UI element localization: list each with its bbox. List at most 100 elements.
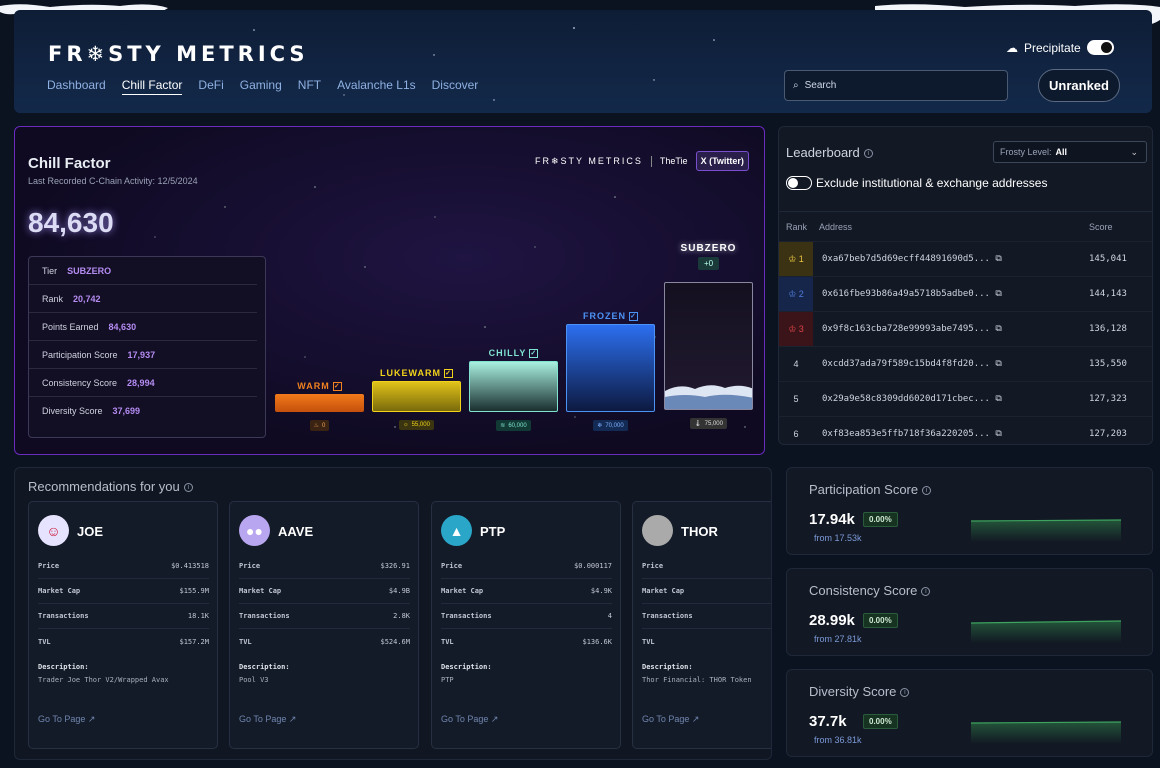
tier-bar xyxy=(275,394,364,412)
go-to-page-link[interactable]: Go To Page ↗ xyxy=(239,714,296,725)
stat-participation: Participation Score 17,937 xyxy=(29,341,257,369)
cloud-icon: ☁ xyxy=(1006,40,1018,55)
stats-box: Tier SUBZERO Rank 20,742 Points Earned 84,6… xyxy=(28,256,266,438)
info-icon[interactable]: i xyxy=(921,587,931,597)
recommendation-card-aave: ●● AAVE Price $326.91 Market Cap $4.9B Tra… xyxy=(229,501,419,749)
nav-avalanche-l1s[interactable]: Avalanche L1s xyxy=(337,78,416,95)
nav-discover[interactable]: Discover xyxy=(432,78,479,95)
col-address: Address xyxy=(819,222,853,232)
share-x-button[interactable]: X (Twitter) xyxy=(695,151,749,171)
app-logo[interactable]: FR❄STY METRICS xyxy=(48,42,309,66)
recommendation-card-joe: ☺ JOE Price $0.413518 Market Cap $155.9M T… xyxy=(28,501,218,749)
table-row[interactable]: ♔ 1 0xa67beb7d5d69ecff44891690d5... ⧉ 145,… xyxy=(779,241,1152,276)
rank-cell: 4 xyxy=(793,359,799,369)
nav-defi[interactable]: DeFi xyxy=(198,78,223,95)
precipitate-control: ☁ Precipitate xyxy=(1006,40,1114,55)
trophy-icon: ♔ xyxy=(788,253,797,264)
description-text: Trader Joe Thor V2/Wrapped Avax xyxy=(38,676,169,684)
nav-chill-factor[interactable]: Chill Factor xyxy=(121,78,183,95)
diversity-score-card: Diversity Score i 37.7k 0.00% from 36.81k xyxy=(786,669,1153,757)
score-value: 37.7k xyxy=(809,713,847,730)
table-row[interactable]: 5 0x29a9e58c8309dd6020d171cbec... ⧉ 127,32… xyxy=(779,381,1152,416)
top-header: FR❄STY METRICS Dashboard Chill Factor De… xyxy=(14,10,1152,113)
nav-gaming[interactable]: Gaming xyxy=(240,78,282,95)
leaderboard-panel: Leaderboard i Frosty Level: All ⌄ Exclude … xyxy=(778,126,1153,445)
sun-icon: ☼ xyxy=(403,422,409,428)
score-title: Participation Score i xyxy=(809,482,932,497)
score-from: from 27.81k xyxy=(814,634,862,644)
score-from: from 36.81k xyxy=(814,735,862,745)
frosty-level-select[interactable]: Frosty Level: All ⌄ xyxy=(993,141,1147,163)
copy-icon[interactable]: ⧉ xyxy=(995,429,1001,439)
table-row[interactable]: 4 0xcdd37ada79f589c15bd4f8fd20... ⧉ 135,55… xyxy=(779,346,1152,381)
chill-score: 84,630 xyxy=(28,207,114,238)
check-icon: ✓ xyxy=(332,381,342,391)
info-icon[interactable]: i xyxy=(922,486,932,496)
recommendation-card-thor: THOR Price Market Cap Transactions TVL D… xyxy=(632,501,771,749)
score-change-badge: 0.00% xyxy=(863,714,898,729)
check-icon: ✓ xyxy=(444,368,453,378)
divider xyxy=(650,155,652,167)
go-to-page-link[interactable]: Go To Page ↗ xyxy=(441,714,498,725)
copy-icon[interactable]: ⧉ xyxy=(995,254,1001,264)
exclude-toggle[interactable] xyxy=(786,176,812,190)
info-icon[interactable]: i xyxy=(863,149,873,159)
check-icon: ✓ xyxy=(629,311,638,321)
score-sparkline xyxy=(971,721,1121,744)
tvl-row: TVL $524.6M xyxy=(239,637,410,646)
rank-cell: ♔ 1 xyxy=(779,242,813,276)
exclude-label: Exclude institutional & exchange address… xyxy=(816,176,1048,190)
precipitate-toggle[interactable] xyxy=(1086,40,1114,55)
copy-icon[interactable]: ⧉ xyxy=(995,359,1001,369)
copy-icon[interactable]: ⧉ xyxy=(995,324,1001,334)
nav-dashboard[interactable]: Dashboard xyxy=(47,78,106,95)
go-to-page-link[interactable]: Go To Page ↗ xyxy=(642,714,699,725)
stat-label: Tier xyxy=(42,265,58,276)
market-cap-row: Market Cap $155.9M xyxy=(38,579,209,604)
table-row[interactable]: ♔ 2 0x616fbe93b86a49a5718b5adbe0... ⧉ 144,… xyxy=(779,276,1152,311)
stat-value: 20,742 xyxy=(73,293,101,304)
search-input[interactable]: ⌕ Search xyxy=(784,70,1008,101)
copy-icon[interactable]: ⧉ xyxy=(995,394,1001,404)
ptp-avatar: ▲ xyxy=(441,515,472,546)
address-cell: 0x29a9e58c8309dd6020d171cbec... ⧉ xyxy=(822,394,1002,404)
stat-label: Consistency Score xyxy=(42,377,118,388)
token-name: PTP xyxy=(480,524,506,539)
tier-threshold-badge: ♨ 0 xyxy=(309,420,330,431)
rank-cell: 5 xyxy=(793,394,799,404)
tier-frozen: FROZEN ✓ ❄ 70,000 xyxy=(566,311,655,431)
score-change-badge: 0.00% xyxy=(863,512,898,527)
market-cap-row: Market Cap $4.9K xyxy=(441,579,612,604)
tier-warm: WARM ✓ ♨ 0 xyxy=(275,381,364,431)
copy-icon[interactable]: ⧉ xyxy=(995,289,1001,299)
stat-consistency: Consistency Score 28,994 xyxy=(29,369,257,397)
tier-threshold-badge: 🌡 75,000 xyxy=(690,418,727,429)
recommendations-title: Recommendations for you i xyxy=(28,479,193,494)
table-row[interactable]: 6 0xf83ea853e5ffb718f36a220205... ⧉ 127,20… xyxy=(779,416,1152,444)
joe-avatar: ☺ xyxy=(38,515,69,546)
tvl-row: TVL xyxy=(642,637,655,646)
info-icon[interactable]: i xyxy=(183,483,193,493)
trophy-icon: ♔ xyxy=(788,288,797,299)
trophy-icon: ♔ xyxy=(788,323,797,334)
address-cell: 0xa67beb7d5d69ecff44891690d5... ⧉ xyxy=(822,254,1002,264)
stat-tier: Tier SUBZERO xyxy=(29,257,257,285)
check-icon: ✓ xyxy=(529,348,539,358)
rank-button[interactable]: Unranked xyxy=(1038,69,1120,102)
market-cap-row: Market Cap xyxy=(642,579,771,604)
table-row[interactable]: ♔ 3 0x9f8c163cba728e99993abe7495... ⧉ 136,… xyxy=(779,311,1152,346)
recommendation-card-ptp: ▲ PTP Price $0.000117 Market Cap $4.9K Tra… xyxy=(431,501,621,749)
leaderboard-header: Rank Address Score xyxy=(779,211,1152,241)
stat-diversity: Diversity Score 37,699 xyxy=(29,397,257,425)
rank-cell: ♔ 2 xyxy=(779,277,813,311)
go-to-page-link[interactable]: Go To Page ↗ xyxy=(38,714,95,725)
col-rank: Rank xyxy=(786,222,808,232)
tier-bar xyxy=(664,282,753,410)
address-cell: 0x616fbe93b86a49a5718b5adbe0... ⧉ xyxy=(822,289,1002,299)
exclude-addresses-control: Exclude institutional & exchange address… xyxy=(786,176,1047,190)
stat-rank: Rank 20,742 xyxy=(29,285,257,313)
select-label: Frosty Level: xyxy=(1000,147,1052,157)
info-icon[interactable]: i xyxy=(900,688,910,698)
tier-bar xyxy=(566,324,655,412)
nav-nft[interactable]: NFT xyxy=(298,78,321,95)
